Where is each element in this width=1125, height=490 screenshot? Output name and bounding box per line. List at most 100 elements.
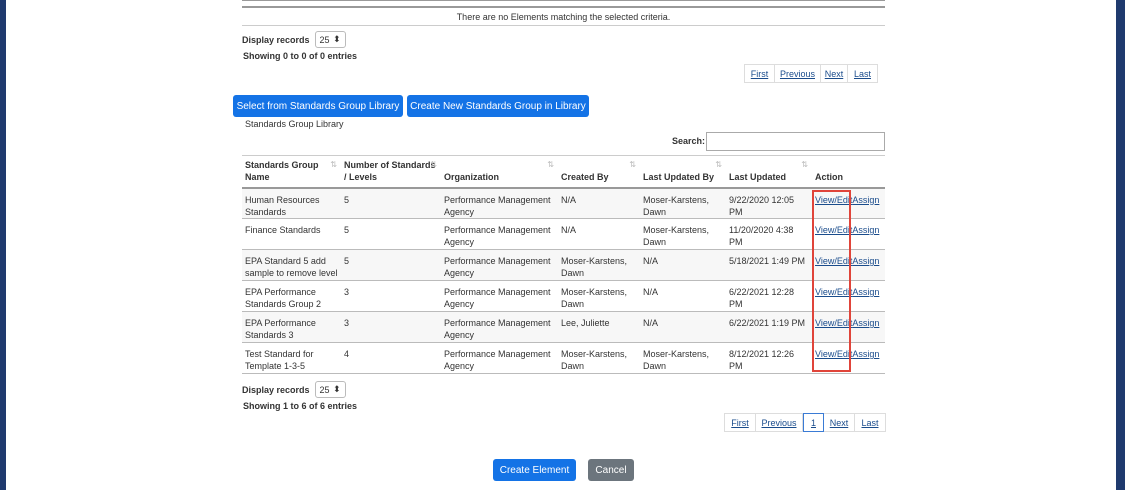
- table-row: EPA Performance Standards Group 2 3 Perf…: [242, 280, 885, 312]
- assign-link[interactable]: Assign: [852, 225, 879, 235]
- cell-updated-by: Moser-Karstens, Dawn: [640, 218, 726, 250]
- column-header-last-updated-by[interactable]: Last Updated By ⇅: [640, 155, 726, 189]
- sort-icon: ⇅: [430, 160, 437, 169]
- display-records-label: Display records: [242, 34, 310, 45]
- cell-name: Finance Standards: [242, 218, 341, 250]
- library-pagination: First Previous 1 Next Last: [724, 413, 886, 432]
- library-caption: Standards Group Library: [245, 119, 344, 129]
- cell-name: EPA Standard 5 add sample to remove leve…: [242, 249, 341, 281]
- right-frame-bar: [1116, 0, 1125, 490]
- assign-link[interactable]: Assign: [852, 318, 879, 328]
- view-edit-link[interactable]: View/Edit: [815, 318, 852, 328]
- cell-count: 3: [341, 280, 441, 312]
- table-row: EPA Performance Standards 3 3 Performanc…: [242, 311, 885, 343]
- cell-name: EPA Performance Standards 3: [242, 311, 341, 343]
- cell-organization: Performance Management Agency: [441, 280, 558, 312]
- assign-link[interactable]: Assign: [852, 195, 879, 205]
- pager-previous[interactable]: Previous: [756, 413, 803, 432]
- top-table-divider: [242, 0, 885, 1]
- assign-link[interactable]: Assign: [852, 256, 879, 266]
- search-label: Search:: [672, 136, 706, 146]
- cell-name: EPA Performance Standards Group 2: [242, 280, 341, 312]
- sort-icon: ⇅: [715, 160, 722, 169]
- cell-created-by: Moser-Karstens, Dawn: [558, 249, 640, 281]
- cell-updated-by: N/A: [640, 249, 726, 281]
- cell-created-by: Moser-Karstens, Dawn: [558, 280, 640, 312]
- cell-action: View/EditAssign: [812, 342, 885, 374]
- display-records-select[interactable]: 25 ⬍: [314, 381, 346, 398]
- view-edit-link[interactable]: View/Edit: [815, 287, 852, 297]
- view-edit-link[interactable]: View/Edit: [815, 349, 852, 359]
- column-header-organization[interactable]: Organization ⇅: [441, 155, 558, 189]
- cell-name: Test Standard for Template 1-3-5: [242, 342, 341, 374]
- sort-icon: ⇅: [629, 160, 636, 169]
- create-new-standards-group-button[interactable]: Create New Standards Group in Library: [407, 95, 589, 117]
- cell-count: 5: [341, 249, 441, 281]
- cell-organization: Performance Management Agency: [441, 249, 558, 281]
- assign-link[interactable]: Assign: [852, 349, 879, 359]
- cell-count: 4: [341, 342, 441, 374]
- cell-created-by: Lee, Juliette: [558, 311, 640, 343]
- cell-updated-by: N/A: [640, 311, 726, 343]
- cell-updated: 9/22/2020 12:05 PM: [726, 187, 812, 219]
- display-records-value: 25: [319, 34, 330, 45]
- column-header-created-by[interactable]: Created By ⇅: [558, 155, 640, 189]
- view-edit-link[interactable]: View/Edit: [815, 195, 852, 205]
- pager-first[interactable]: First: [724, 413, 756, 432]
- pager-page-1[interactable]: 1: [803, 413, 824, 432]
- cell-updated-by: N/A: [640, 280, 726, 312]
- cell-updated: 5/18/2021 1:49 PM: [726, 249, 812, 281]
- cell-action: View/EditAssign: [812, 280, 885, 312]
- display-records-select[interactable]: 25 ⬍: [314, 31, 346, 48]
- top-pagination: First Previous Next Last: [744, 64, 878, 83]
- create-element-button[interactable]: Create Element: [493, 459, 576, 481]
- cell-action: View/EditAssign: [812, 218, 885, 250]
- cell-organization: Performance Management Agency: [441, 187, 558, 219]
- cell-organization: Performance Management Agency: [441, 342, 558, 374]
- pager-next[interactable]: Next: [821, 64, 848, 83]
- cancel-button[interactable]: Cancel: [588, 459, 634, 481]
- pager-first[interactable]: First: [744, 64, 775, 83]
- cell-updated: 8/12/2021 12:26 PM: [726, 342, 812, 374]
- pager-last[interactable]: Last: [848, 64, 878, 83]
- sort-icon: ⇅: [330, 160, 337, 169]
- cell-organization: Performance Management Agency: [441, 311, 558, 343]
- display-records-label: Display records: [242, 384, 310, 395]
- cell-updated-by: Moser-Karstens, Dawn: [640, 187, 726, 219]
- sort-icon: ⇅: [801, 160, 808, 169]
- column-header-action: Action: [812, 155, 885, 189]
- table-row: EPA Standard 5 add sample to remove leve…: [242, 249, 885, 281]
- sort-icon: ⇅: [547, 160, 554, 169]
- column-header-name[interactable]: Standards Group Name ⇅: [242, 155, 341, 189]
- cell-name: Human Resources Standards: [242, 187, 341, 219]
- no-match-message: There are no Elements matching the selec…: [242, 8, 885, 26]
- cell-action: View/EditAssign: [812, 187, 885, 219]
- top-display-records: Display records 25 ⬍: [242, 31, 346, 48]
- pager-last[interactable]: Last: [855, 413, 886, 432]
- cell-updated: 6/22/2021 12:28 PM: [726, 280, 812, 312]
- cell-created-by: N/A: [558, 218, 640, 250]
- display-records-value: 25: [319, 384, 330, 395]
- table-row: Finance Standards 5 Performance Manageme…: [242, 218, 885, 250]
- cell-created-by: N/A: [558, 187, 640, 219]
- top-showing-entries: Showing 0 to 0 of 0 entries: [243, 51, 358, 61]
- left-frame-bar: [0, 0, 6, 490]
- table-header-row: Standards Group Name ⇅ Number of Standard…: [242, 155, 885, 189]
- cell-count: 3: [341, 311, 441, 343]
- pager-previous[interactable]: Previous: [775, 64, 821, 83]
- pager-next[interactable]: Next: [824, 413, 855, 432]
- select-arrows-icon: ⬍: [332, 384, 341, 394]
- view-edit-link[interactable]: View/Edit: [815, 225, 852, 235]
- assign-link[interactable]: Assign: [852, 287, 879, 297]
- search-input[interactable]: [706, 132, 885, 151]
- standards-group-table: Standards Group Name ⇅ Number of Standard…: [242, 155, 885, 374]
- cell-count: 5: [341, 187, 441, 219]
- cell-updated-by: Moser-Karstens, Dawn: [640, 342, 726, 374]
- column-header-last-updated[interactable]: Last Updated ⇅: [726, 155, 812, 189]
- cell-count: 5: [341, 218, 441, 250]
- view-edit-link[interactable]: View/Edit: [815, 256, 852, 266]
- select-from-library-button[interactable]: Select from Standards Group Library: [233, 95, 403, 117]
- column-header-count[interactable]: Number of Standards / Levels ⇅: [341, 155, 441, 189]
- cell-created-by: Moser-Karstens, Dawn: [558, 342, 640, 374]
- library-showing-entries: Showing 1 to 6 of 6 entries: [243, 401, 358, 411]
